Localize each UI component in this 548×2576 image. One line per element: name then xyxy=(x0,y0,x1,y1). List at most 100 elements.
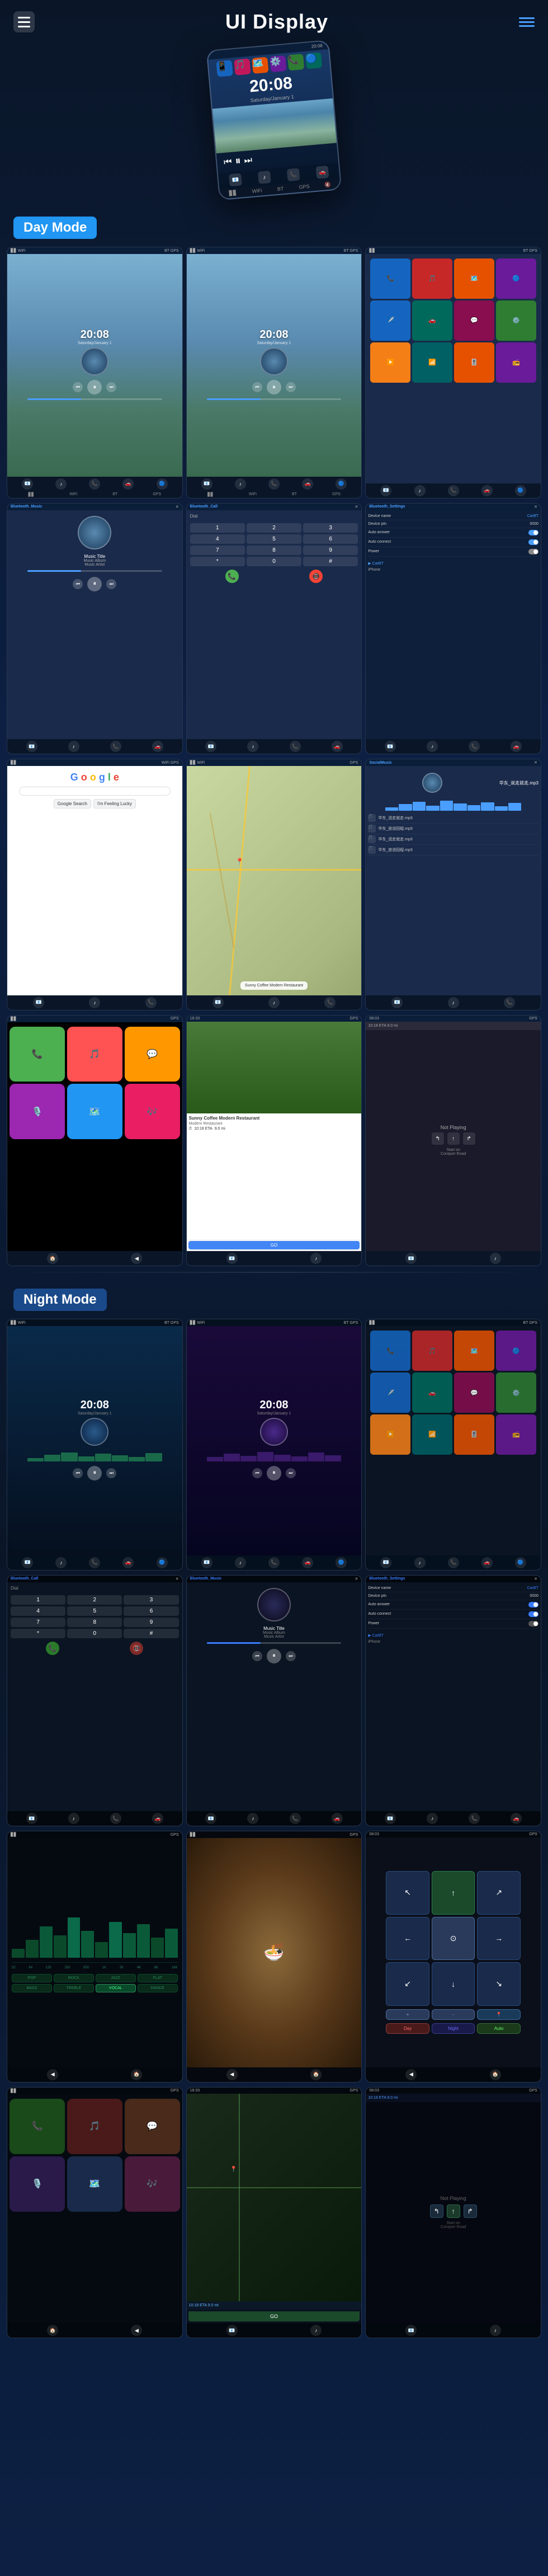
google-lucky-btn[interactable]: I'm Feeling Lucky xyxy=(93,799,136,808)
nds-bowl-back[interactable]: ◀ xyxy=(226,2069,238,2080)
app-bt[interactable]: 🔵 xyxy=(496,258,536,299)
call-btn[interactable]: 📞 xyxy=(225,570,239,583)
ds2-music[interactable]: ♪ xyxy=(235,478,246,490)
num-star[interactable]: * xyxy=(190,557,245,566)
nds-nvc-back[interactable]: ◀ xyxy=(405,2069,417,2080)
ds-nav-email[interactable]: 📧 xyxy=(226,1253,238,1264)
auto-connect-toggle[interactable] xyxy=(528,539,538,545)
ds1-bt[interactable]: 🔵 xyxy=(157,478,168,490)
nav-auto-btn[interactable]: Auto xyxy=(477,2023,521,2034)
google-search-bar[interactable] xyxy=(19,787,171,796)
nav-down[interactable]: ↓ xyxy=(432,1962,475,2006)
num-5[interactable]: 5 xyxy=(247,534,301,544)
ds-lm-music[interactable]: ♪ xyxy=(448,997,459,1008)
napp-maps[interactable]: 🗺️ xyxy=(454,1331,494,1371)
napp-waze[interactable]: 🚗 xyxy=(412,1372,452,1413)
ds-map-phone[interactable]: 📞 xyxy=(324,997,336,1008)
nnum-9[interactable]: 9 xyxy=(124,1618,178,1627)
cp-messages[interactable]: 💬 xyxy=(125,1027,180,1082)
num-hash[interactable]: # xyxy=(303,557,358,566)
nds-btm-auto[interactable]: 🚗 xyxy=(332,1813,343,1824)
ncp-music[interactable]: 🎵 xyxy=(67,2099,122,2154)
nds-btc-email[interactable]: 📧 xyxy=(26,1813,37,1824)
nbt-device-1[interactable]: ▶ CarBT xyxy=(368,1632,538,1639)
ds-bts-music[interactable]: ♪ xyxy=(427,741,438,752)
bt-device-1[interactable]: ▶ CarBT xyxy=(368,560,538,567)
nds-nnp-music[interactable]: ♪ xyxy=(490,2325,501,2336)
nbt-device-2[interactable]: iPhone xyxy=(368,1639,538,1645)
nnum-3[interactable]: 3 xyxy=(124,1595,178,1605)
np-turn-right[interactable]: ↱ xyxy=(463,1132,475,1145)
ds-btm-music[interactable]: ♪ xyxy=(68,741,79,752)
ds-map-email[interactable]: 📧 xyxy=(212,997,224,1008)
ncp-messages[interactable]: 💬 xyxy=(125,2099,180,2154)
ds-btm-play[interactable]: ⏸ xyxy=(87,577,102,591)
nav-gps-loc[interactable]: 📍 xyxy=(477,2009,521,2020)
app-settings[interactable]: ⚙️ xyxy=(496,300,536,341)
ds-btc-music[interactable]: ♪ xyxy=(247,741,258,752)
ds-lm-email[interactable]: 📧 xyxy=(391,997,403,1008)
napp-eq[interactable]: 🎚️ xyxy=(454,1414,494,1455)
eq-btn-3[interactable]: JAZZ xyxy=(96,1974,136,1982)
cp-maps[interactable]: 🗺️ xyxy=(67,1084,122,1139)
napp-youtube[interactable]: ▶️ xyxy=(370,1414,410,1455)
nds-bts-auto[interactable]: 🚗 xyxy=(511,1813,522,1824)
ht-dock-phone[interactable]: 📞 xyxy=(287,168,300,181)
nds-bts-phone[interactable]: 📞 xyxy=(469,1813,480,1824)
ds-cp-back[interactable]: ◀ xyxy=(131,1253,142,1264)
power-toggle[interactable] xyxy=(528,549,538,554)
ds3-phone[interactable]: 📞 xyxy=(448,485,459,496)
nnum-1[interactable]: 1 xyxy=(11,1595,65,1605)
nds3-email[interactable]: 📧 xyxy=(380,1557,391,1568)
nds-cp-home[interactable]: 🏠 xyxy=(47,2325,58,2336)
ds-btc-phone[interactable]: 📞 xyxy=(290,741,301,752)
ds-btm-email[interactable]: 📧 xyxy=(26,741,37,752)
ds2-play[interactable]: ⏸ xyxy=(267,380,281,394)
ds1-prev[interactable]: ⏮ xyxy=(73,382,83,392)
nds1-next[interactable]: ⏭ xyxy=(106,1468,116,1478)
nds2-email[interactable]: 📧 xyxy=(201,1557,212,1568)
nav-up-left[interactable]: ↖ xyxy=(386,1871,429,1915)
num-1[interactable]: 1 xyxy=(190,523,245,533)
nav-up-right[interactable]: ↗ xyxy=(477,1871,521,1915)
nds-btc-music[interactable]: ♪ xyxy=(68,1813,79,1824)
nds3-music[interactable]: ♪ xyxy=(414,1557,426,1568)
eq-btn-7[interactable]: VOCAL xyxy=(96,1984,136,1992)
nav-right[interactable]: → xyxy=(477,1917,521,1961)
ds3-music[interactable]: ♪ xyxy=(414,485,426,496)
nds2-bt[interactable]: 🔵 xyxy=(336,1557,347,1568)
app-telegram[interactable]: ✈️ xyxy=(370,300,410,341)
nds1-phone[interactable]: 📞 xyxy=(89,1557,100,1568)
nds2-music[interactable]: ♪ xyxy=(235,1557,246,1568)
app-music[interactable]: 🎵 xyxy=(412,258,452,299)
ncp-phone[interactable]: 📞 xyxy=(10,2099,65,2154)
nav-left[interactable]: ← xyxy=(386,1917,429,1961)
nnp-straight[interactable]: ↑ xyxy=(447,2204,460,2218)
eq-btn-8[interactable]: DANCE xyxy=(138,1984,178,1992)
ds2-next[interactable]: ⏭ xyxy=(286,382,296,392)
ds1-music[interactable]: ♪ xyxy=(55,478,67,490)
ht-dock-music[interactable]: ♪ xyxy=(258,171,271,184)
ds1-phone[interactable]: 📞 xyxy=(89,478,100,490)
ds2-bt[interactable]: 🔵 xyxy=(336,478,347,490)
nds3-phone[interactable]: 📞 xyxy=(448,1557,459,1568)
num-9[interactable]: 9 xyxy=(303,546,358,555)
nav-down-left[interactable]: ↙ xyxy=(386,1962,429,2006)
cp-podcast[interactable]: 🎙️ xyxy=(10,1084,65,1139)
google-search-btn[interactable]: Google Search xyxy=(54,799,91,808)
ht-prev-btn[interactable]: ⏮ xyxy=(224,157,233,167)
eq-btn-1[interactable]: POP xyxy=(12,1974,52,1982)
app-waze[interactable]: 🚗 xyxy=(412,300,452,341)
ds-btc-email[interactable]: 📧 xyxy=(205,741,216,752)
nds-btm-play[interactable]: ⏸ xyxy=(267,1649,281,1663)
ds-btc-auto[interactable]: 🚗 xyxy=(332,741,343,752)
ds2-auto[interactable]: 🚗 xyxy=(302,478,313,490)
nds-btm-phone[interactable]: 📞 xyxy=(290,1813,301,1824)
nav-zoom-in[interactable]: + xyxy=(386,2009,429,2020)
nav-up[interactable]: ↑ xyxy=(432,1871,475,1915)
menu-icon[interactable] xyxy=(519,17,535,27)
ds-btm-phone[interactable]: 📞 xyxy=(110,741,121,752)
nds-nav-email[interactable]: 📧 xyxy=(226,2325,238,2336)
app-eq[interactable]: 🎚️ xyxy=(454,342,494,383)
nds-btm-prev[interactable]: ⏮ xyxy=(252,1651,262,1661)
